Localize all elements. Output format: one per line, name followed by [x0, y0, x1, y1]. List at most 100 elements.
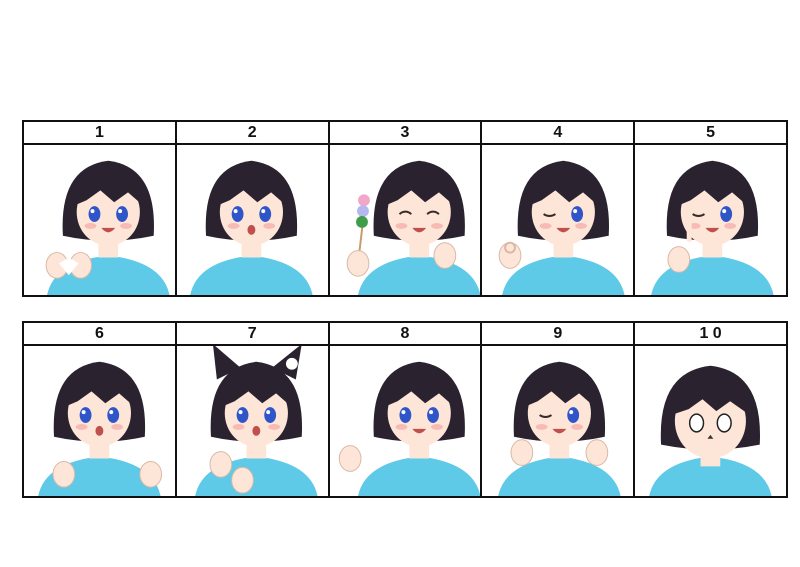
illustration-part: [81, 410, 86, 415]
illustration-part: [357, 456, 480, 496]
illustration-part: [395, 222, 407, 229]
illustration-part: [252, 425, 261, 436]
panel-number: 6: [24, 323, 175, 346]
panel-number: 8: [329, 323, 481, 346]
illustration-part: [264, 407, 276, 423]
panel-1[interactable]: 1: [24, 122, 177, 295]
illustration-part: [247, 224, 256, 235]
illustration-part: [236, 407, 249, 423]
panel-number: 1: [24, 122, 175, 145]
illustration-part: [567, 407, 580, 423]
sticker-row-top: 1 2 3 4 5: [22, 120, 788, 297]
illustration-part: [357, 255, 480, 295]
illustration-part: [716, 413, 733, 433]
ok-sign-wink-girl-drawing: [499, 160, 625, 295]
illustration-part: [139, 460, 163, 488]
illustration-part: [433, 242, 456, 269]
wink-cheek-poke-girl-drawing: [498, 361, 621, 496]
illustration-part: [502, 255, 625, 295]
illustration-part: [88, 206, 101, 222]
illustration-part: [238, 410, 243, 415]
illustration-part: [263, 222, 275, 229]
chibi-blank-eyes-girl-icon: [635, 346, 786, 496]
panel-7[interactable]: 7: [176, 323, 330, 496]
panel-4[interactable]: 4: [482, 122, 636, 295]
illustration-part: [585, 439, 609, 466]
illustration-part: [338, 445, 362, 472]
waving-girl-drawing: [338, 361, 480, 496]
panel-6[interactable]: 6: [24, 323, 177, 496]
illustration-part: [261, 209, 266, 214]
surprised-blush-girl-drawing: [190, 160, 313, 295]
illustration-part: [499, 242, 522, 269]
heart-hands-girl-drawing: [45, 160, 170, 295]
illustration-part: [107, 407, 120, 423]
illustration-part: [90, 209, 95, 214]
surprised-blush-girl-icon: [176, 145, 328, 295]
panel-number: 2: [176, 122, 328, 145]
illustration-part: [266, 410, 270, 415]
illustration-part: [573, 209, 578, 214]
illustration-part: [430, 222, 443, 229]
illustration-part: [95, 425, 104, 436]
illustration-part: [357, 194, 370, 207]
illustration-part: [230, 466, 254, 494]
illustration-part: [720, 206, 733, 222]
illustration-part: [689, 413, 705, 433]
illustration-part: [109, 410, 114, 415]
illustration-part: [227, 222, 240, 229]
wink-cheek-poke-girl-icon: [482, 346, 634, 496]
waving-girl-icon: [329, 346, 481, 496]
illustration-part: [667, 246, 691, 273]
illustration-part: [571, 206, 584, 222]
illustration-part: [428, 410, 433, 415]
panel-2[interactable]: 2: [176, 122, 330, 295]
panel-5[interactable]: 5: [635, 122, 786, 295]
illustration-part: [724, 222, 737, 229]
illustration-part: [569, 410, 574, 415]
panel-number: 1 0: [635, 323, 786, 346]
cat-ears-paw-girl-drawing: [194, 346, 318, 496]
panel-8[interactable]: 8: [329, 323, 483, 496]
illustration-part: [356, 205, 369, 218]
illustration-part: [231, 206, 244, 222]
dango-smiling-girl-icon: [329, 145, 481, 295]
illustration-part: [430, 423, 443, 430]
illustration-part: [285, 357, 298, 370]
panel-number: 4: [482, 122, 634, 145]
illustration-part: [395, 423, 407, 430]
illustration-part: [686, 220, 692, 242]
ok-sign-wink-girl-icon: [482, 145, 634, 295]
illustration-part: [52, 460, 76, 488]
illustration-part: [259, 206, 271, 222]
illustration-part: [233, 209, 238, 214]
illustration-part: [426, 407, 439, 423]
illustration-part: [536, 423, 548, 430]
illustration-part: [79, 407, 92, 423]
illustration-part: [571, 423, 584, 430]
illustration-part: [232, 423, 245, 430]
illustration-part: [399, 407, 411, 423]
flustered-hands-up-girl-drawing: [38, 361, 163, 496]
illustration-part: [116, 206, 129, 222]
illustration-part: [722, 209, 727, 214]
cat-ears-paw-girl-icon: [176, 346, 328, 496]
wink-finger-cheek-girl-drawing: [651, 160, 774, 295]
panel-10[interactable]: 1 0: [635, 323, 786, 496]
dango-smiling-girl-drawing: [346, 160, 480, 295]
illustration-part: [575, 222, 588, 229]
illustration-part: [540, 222, 552, 229]
illustration-part: [267, 423, 280, 430]
panel-number: 7: [176, 323, 328, 346]
panel-3[interactable]: 3: [329, 122, 483, 295]
illustration-part: [118, 209, 123, 214]
illustration-part: [75, 423, 88, 430]
panel-number: 3: [329, 122, 481, 145]
panel-9[interactable]: 9: [482, 323, 636, 496]
heart-hands-girl-icon: [24, 145, 175, 295]
illustration-part: [346, 250, 369, 277]
illustration-part: [209, 451, 232, 478]
chibi-blank-eyes-girl-drawing: [649, 365, 772, 496]
illustration-part: [111, 423, 124, 430]
flustered-hands-up-girl-icon: [24, 346, 175, 496]
